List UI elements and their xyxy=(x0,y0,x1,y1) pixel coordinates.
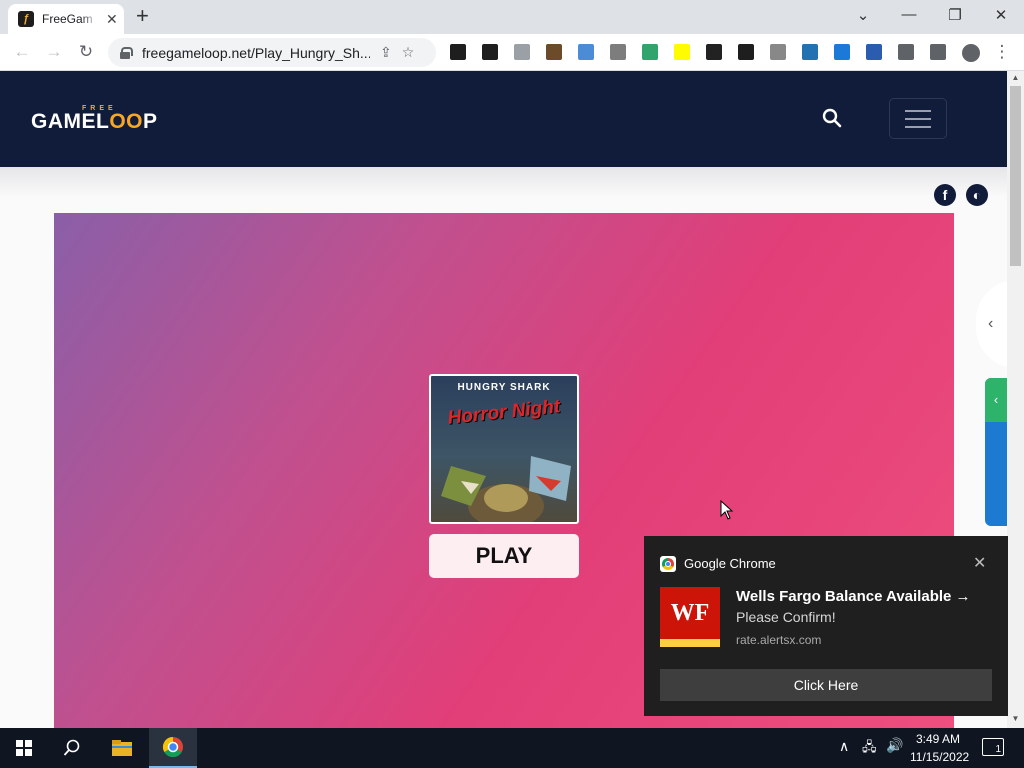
mouse-cursor-icon xyxy=(720,500,734,520)
sharks-artwork-icon xyxy=(441,456,571,522)
wells-fargo-logo: WF xyxy=(660,587,720,647)
art-ext-icon[interactable] xyxy=(770,44,786,60)
profile-ext-icon[interactable] xyxy=(962,44,980,62)
menu-line-icon xyxy=(905,117,931,120)
hamburger-menu-button[interactable] xyxy=(889,98,947,139)
thumbnail-title: HUNGRY SHARK xyxy=(457,382,551,393)
notification-source: rate.alertsx.com xyxy=(736,633,822,647)
bookmark-star-icon[interactable]: ☆ xyxy=(402,44,415,61)
dark-mode-toggle-icon[interactable]: ◐ xyxy=(966,184,988,206)
scrollbar-thumb[interactable] xyxy=(1010,86,1021,266)
refresh-green-ext-icon[interactable] xyxy=(642,44,658,60)
new-tab-button[interactable]: + xyxy=(136,5,149,27)
puzzle-ext-icon[interactable] xyxy=(898,44,914,60)
back-button[interactable]: ← xyxy=(11,41,33,63)
restore-button[interactable]: ❐ xyxy=(945,6,965,24)
wordpress-ext-icon[interactable] xyxy=(802,44,818,60)
file-explorer-icon[interactable] xyxy=(102,728,142,768)
close-tab-icon[interactable]: ✕ xyxy=(106,11,118,28)
tab-search-icon[interactable]: ⌄ xyxy=(853,6,873,24)
site-favicon-icon: ƒ xyxy=(18,11,34,27)
notification-body: Please Confirm! xyxy=(736,609,836,625)
reload-button[interactable]: ↻ xyxy=(75,41,97,63)
menu-line-icon xyxy=(905,125,931,128)
chrome-taskbar-icon[interactable] xyxy=(149,728,197,768)
photo-ext-icon[interactable] xyxy=(578,44,594,60)
bing-ext-icon[interactable] xyxy=(834,44,850,60)
thumbnail-subtitle: Horror Night xyxy=(446,396,562,429)
facebook-icon[interactable]: f xyxy=(934,184,956,206)
map-pin-ext-icon[interactable] xyxy=(706,44,722,60)
header-shadow xyxy=(0,167,1007,197)
game-ext-icon[interactable] xyxy=(546,44,562,60)
logo-l-text: L xyxy=(96,110,110,133)
taskbar-search-icon[interactable] xyxy=(52,728,92,768)
sidepanel-ext-icon[interactable] xyxy=(930,44,946,60)
globe-ext-icon[interactable] xyxy=(866,44,882,60)
notification-title: Wells Fargo Balance Available → xyxy=(736,588,971,605)
close-window-button[interactable]: ✕ xyxy=(991,6,1011,24)
chrome-menu-icon[interactable]: ⋮ xyxy=(991,41,1013,63)
play-button[interactable]: PLAY xyxy=(429,534,579,578)
clock-time[interactable]: 3:49 AM xyxy=(916,732,960,746)
game-thumbnail[interactable]: HUNGRY SHARK Horror Night xyxy=(429,374,579,524)
url-text[interactable]: freegameloop.net/Play_Hungry_Sh... xyxy=(142,45,370,61)
sparkle-ext-icon[interactable] xyxy=(514,44,530,60)
scroll-up-icon[interactable]: ▲ xyxy=(1007,73,1024,82)
wf-logo-text: WF xyxy=(670,600,710,626)
minecraft-ext-icon[interactable] xyxy=(450,44,466,60)
logo-game-text: GAME xyxy=(31,110,96,133)
notification-count-badge: 1 xyxy=(995,744,1001,755)
lock-icon[interactable] xyxy=(120,46,133,59)
scroll-down-icon[interactable]: ▼ xyxy=(1007,714,1024,723)
browser-tab[interactable]: ƒ FreeGam ✕ xyxy=(8,4,124,34)
feedback-widget[interactable]: ‹ xyxy=(985,378,1007,526)
snapchat-ext-icon[interactable] xyxy=(674,44,690,60)
xbox-ext-icon[interactable] xyxy=(482,44,498,60)
volume-icon[interactable]: 🔊 xyxy=(886,737,903,754)
notification-app-name: Google Chrome xyxy=(684,556,776,571)
logo-p-text: P xyxy=(143,110,158,133)
notification-close-icon[interactable]: ✕ xyxy=(973,553,986,573)
chrome-app-icon xyxy=(660,556,676,572)
menu-line-icon xyxy=(905,109,931,112)
notification-action-button[interactable]: Click Here xyxy=(660,669,992,701)
action-center-icon[interactable]: 1 xyxy=(982,738,1004,756)
clock-date[interactable]: 11/15/2022 xyxy=(910,750,969,764)
share-icon[interactable]: ⇪ xyxy=(380,44,392,61)
address-bar[interactable]: freegameloop.net/Play_Hungry_Sh... ⇪ ☆ xyxy=(108,38,436,67)
wf-logo-stripe xyxy=(660,639,720,647)
site-logo[interactable]: GAMELOOP xyxy=(31,110,158,134)
start-button[interactable] xyxy=(4,728,44,768)
s-ext-icon[interactable] xyxy=(610,44,626,60)
feedback-arrow-icon[interactable]: ‹ xyxy=(985,378,1007,422)
tray-expand-icon[interactable]: ∧ xyxy=(839,738,849,755)
minimize-button[interactable]: — xyxy=(899,6,919,23)
windows-logo-icon xyxy=(16,740,32,756)
logo-oo-text: OO xyxy=(109,110,143,133)
q-ext-icon[interactable] xyxy=(738,44,754,60)
network-icon[interactable]: 🖧 xyxy=(862,738,877,760)
search-icon[interactable] xyxy=(822,108,842,128)
chrome-notification[interactable]: Google Chrome ✕ WF Wells Fargo Balance A… xyxy=(644,536,1008,716)
tab-title: FreeGam xyxy=(42,12,93,26)
forward-button[interactable]: → xyxy=(43,41,65,63)
